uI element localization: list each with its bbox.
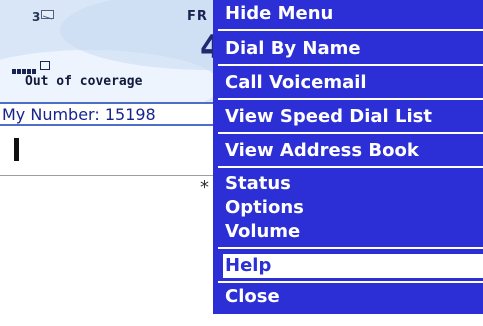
menu-item-hide-menu[interactable]: Hide Menu xyxy=(213,2,483,26)
menu-separator xyxy=(218,98,483,100)
menu-item-volume[interactable]: Volume xyxy=(213,220,483,244)
battery-icon xyxy=(40,61,50,70)
dial-input-cursor[interactable] xyxy=(14,138,19,161)
menu-item-view-address-book[interactable]: View Address Book xyxy=(213,139,483,163)
screen-bottom xyxy=(0,316,483,326)
my-number-label: My Number: 15198 xyxy=(2,105,156,124)
menu-separator xyxy=(218,29,483,31)
menu-item-options[interactable]: Options xyxy=(213,196,483,220)
menu-item-call-voicemail[interactable]: Call Voicemail xyxy=(213,71,483,95)
day-label: FR xyxy=(187,9,208,24)
message-count: 3 xyxy=(32,10,41,24)
menu-item-help[interactable]: Help xyxy=(223,254,483,278)
menu-item-dial-by-name[interactable]: Dial By Name xyxy=(213,37,483,61)
menu-separator xyxy=(218,132,483,134)
envelope-icon xyxy=(41,10,54,19)
menu-item-status[interactable]: Status xyxy=(213,172,483,196)
menu-item-close[interactable]: Close xyxy=(213,285,483,309)
menu-separator xyxy=(218,281,483,283)
phone-screen: 3 FR 4 Out of coverage My Number: 15198 … xyxy=(0,0,483,326)
menu-item-view-speed-dial-list[interactable]: View Speed Dial List xyxy=(213,105,483,129)
menu-separator xyxy=(218,247,483,249)
menu-separator xyxy=(218,64,483,66)
menu-separator xyxy=(218,166,483,168)
coverage-status: Out of coverage xyxy=(25,74,143,89)
context-menu: Hide Menu Dial By Name Call Voicemail Vi… xyxy=(213,0,483,314)
